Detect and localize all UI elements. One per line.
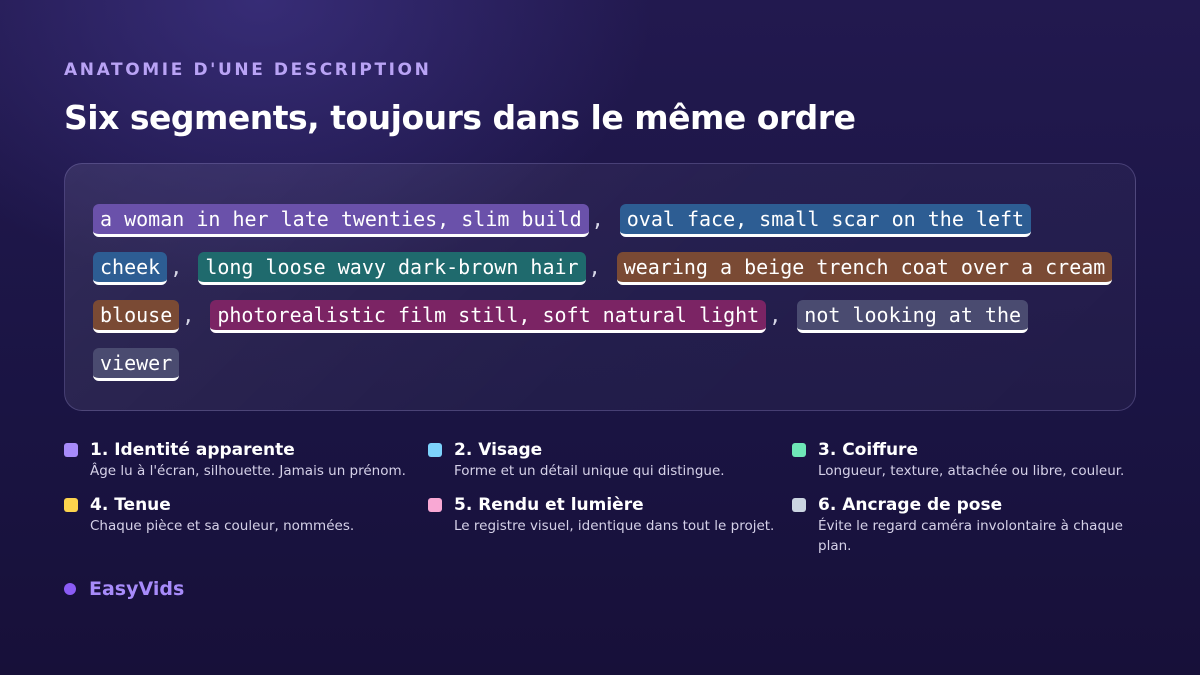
brand-logo: EasyVids xyxy=(64,578,184,600)
legend-item-description: Longueur, texture, attachée ou libre, co… xyxy=(818,463,1125,479)
legend-item-description: Forme et un détail unique qui distingue. xyxy=(454,463,725,479)
color-swatch xyxy=(792,498,806,512)
color-swatch xyxy=(64,498,78,512)
legend-item-title: 1. Identité apparente xyxy=(90,440,295,460)
legend-item-title: 6. Ancrage de pose xyxy=(818,495,1003,515)
segment-hair: long loose wavy dark-brown hair xyxy=(198,252,586,285)
legend-item-pose: 6. Ancrage de pose Évite le regard camér… xyxy=(792,495,1132,556)
segment-separator: , xyxy=(588,255,601,279)
legend-item-render: 5. Rendu et lumière Le registre visuel, … xyxy=(428,495,792,556)
page-title: Six segments, toujours dans le même ordr… xyxy=(64,98,856,137)
legend-item-outfit: 4. Tenue Chaque pièce et sa couleur, nom… xyxy=(64,495,428,556)
legend-item-identity: 1. Identité apparente Âge lu à l'écran, … xyxy=(64,440,428,481)
prompt-panel: a woman in her late twenties, slim build… xyxy=(64,163,1136,411)
color-swatch xyxy=(428,443,442,457)
brand-name: EasyVids xyxy=(89,578,185,600)
segment-separator: , xyxy=(170,255,183,279)
legend-item-title: 2. Visage xyxy=(454,440,543,460)
segment-separator: , xyxy=(769,303,782,327)
legend-item-description: Évite le regard caméra involontaire à ch… xyxy=(818,518,1123,554)
color-swatch xyxy=(428,498,442,512)
prompt-text: a woman in her late twenties, slim build… xyxy=(93,195,1113,387)
color-swatch xyxy=(792,443,806,457)
legend-item-title: 5. Rendu et lumière xyxy=(454,495,644,515)
brand-dot-icon xyxy=(64,583,76,595)
legend-item-hair: 3. Coiffure Longueur, texture, attachée … xyxy=(792,440,1132,481)
legend-item-description: Chaque pièce et sa couleur, nommées. xyxy=(90,518,355,534)
legend-item-description: Le registre visuel, identique dans tout … xyxy=(454,518,775,534)
legend-item-description: Âge lu à l'écran, silhouette. Jamais un … xyxy=(90,463,406,479)
legend-item-title: 3. Coiffure xyxy=(818,440,918,460)
legend-item-title: 4. Tenue xyxy=(90,495,171,515)
segment-legend: 1. Identité apparente Âge lu à l'écran, … xyxy=(64,440,1144,556)
segment-identity: a woman in her late twenties, slim build xyxy=(93,204,589,237)
segment-separator: , xyxy=(591,207,604,231)
legend-item-face: 2. Visage Forme et un détail unique qui … xyxy=(428,440,792,481)
color-swatch xyxy=(64,443,78,457)
segment-separator: , xyxy=(182,303,195,327)
eyebrow-label: ANATOMIE D'UNE DESCRIPTION xyxy=(64,60,432,80)
segment-render: photorealistic film still, soft natural … xyxy=(210,300,767,333)
